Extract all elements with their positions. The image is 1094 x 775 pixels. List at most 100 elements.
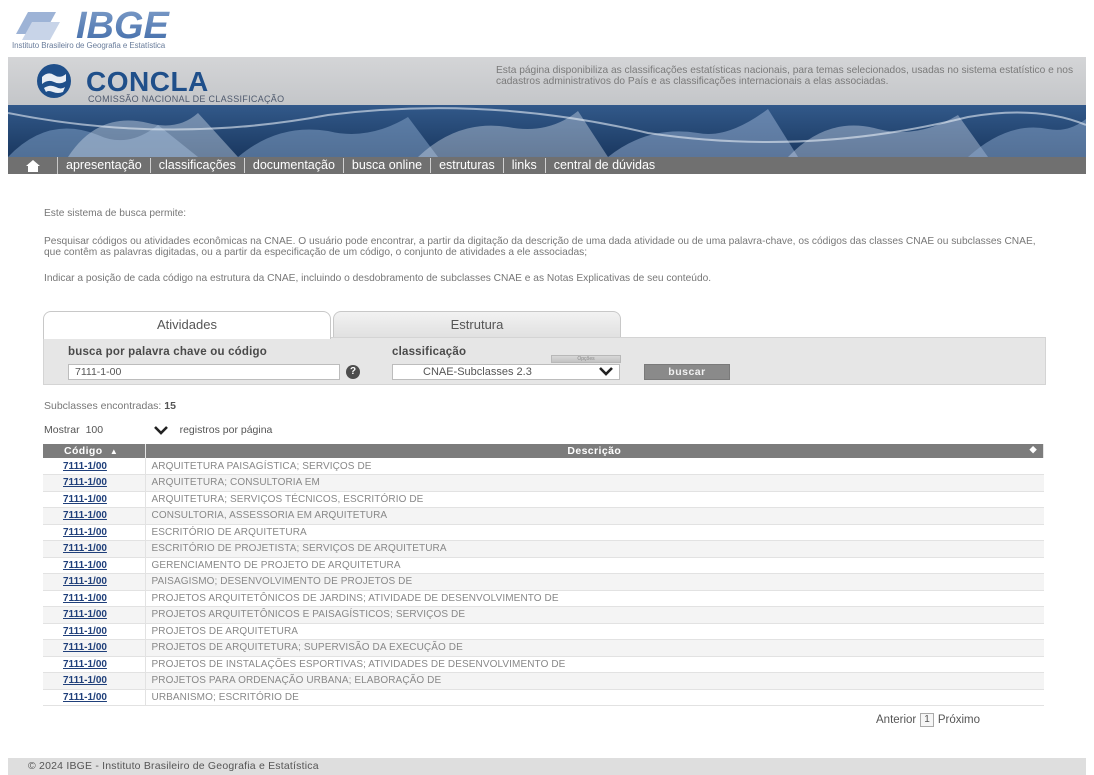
row-description: PROJETOS DE INSTALAÇÕES ESPORTIVAS; ATIV… [145, 656, 1044, 673]
row-code-link[interactable]: 7111-1/00 [43, 623, 146, 640]
pagination-current-page[interactable]: 1 [920, 713, 934, 727]
table-row: 7111-1/00 URBANISMO; ESCRITÓRIO DE [43, 689, 1044, 706]
globe-icon [37, 64, 71, 98]
pagination-next[interactable]: Próximo [938, 714, 980, 726]
row-code-link[interactable]: 7111-1/00 [43, 540, 146, 558]
search-panel: busca por palavra chave ou código 7111-1… [43, 337, 1046, 385]
row-description: PROJETOS DE ARQUITETURA [145, 623, 1044, 640]
page-size-select[interactable]: 100 [86, 424, 168, 436]
tab-estrutura[interactable]: Estrutura [333, 311, 621, 338]
table-row: 7111-1/00 PROJETOS DE ARQUITETURA; SUPERV… [43, 639, 1044, 657]
row-code-link[interactable]: 7111-1/00 [43, 507, 146, 525]
table-row: 7111-1/00 PROJETOS ARQUITETÔNICOS DE JARD… [43, 590, 1044, 607]
show-label: Mostrar [44, 424, 80, 436]
classification-label: classificação [392, 346, 467, 358]
row-code-link[interactable]: 7111-1/00 [43, 590, 146, 607]
row-description: PROJETOS ARQUITETÔNICOS DE JARDINS; ATIV… [145, 590, 1044, 607]
results-body: 7111-1/00 ARQUITETURA PAISAGÍSTICA; SERVI… [43, 458, 1044, 706]
world-map-icon [8, 107, 1086, 157]
row-description: ARQUITETURA; SERVIÇOS TÉCNICOS, ESCRITÓR… [145, 491, 1044, 508]
table-row: 7111-1/00 ARQUITETURA; SERVIÇOS TÉCNICOS,… [43, 491, 1044, 508]
column-header-descricao-label: Descrição [567, 445, 622, 457]
column-header-descricao[interactable]: Descrição ◆ [145, 444, 1044, 458]
help-icon[interactable]: ? [346, 365, 360, 379]
table-row: 7111-1/00 ARQUITETURA PAISAGÍSTICA; SERVI… [43, 458, 1044, 475]
nav-estruturas[interactable]: estruturas [431, 158, 504, 173]
row-code-link[interactable]: 7111-1/00 [43, 639, 146, 657]
row-code-link[interactable]: 7111-1/00 [43, 458, 146, 475]
row-code-link[interactable]: 7111-1/00 [43, 606, 146, 624]
nav-apresentacao[interactable]: apresentação [58, 158, 151, 173]
row-description: CONSULTORIA, ASSESSORIA EM ARQUITETURA [145, 507, 1044, 525]
pagination-prev[interactable]: Anterior [876, 714, 916, 726]
sort-icon: ◆ [1029, 444, 1037, 454]
home-icon [25, 159, 40, 172]
results-table: Código ▲ Descrição ◆ 7111-1/00 ARQUITETUR… [43, 444, 1044, 706]
table-row: 7111-1/00 PROJETOS PARA ORDENAÇÃO URBANA;… [43, 672, 1044, 690]
row-description: PROJETOS PARA ORDENAÇÃO URBANA; ELABORAÇ… [145, 672, 1044, 690]
row-code-link[interactable]: 7111-1/00 [43, 573, 146, 591]
row-description: ESCRITÓRIO DE ARQUITETURA [145, 524, 1044, 541]
search-label: busca por palavra chave ou código [68, 346, 267, 358]
concla-subtitle: COMISSÃO NACIONAL DE CLASSIFICAÇÃO [88, 94, 285, 104]
ibge-logo-mark: IBGE [16, 5, 171, 47]
table-header-row: Código ▲ Descrição ◆ [43, 444, 1044, 458]
results-count: Subclasses encontradas: 15 [44, 400, 176, 412]
map-banner-image [8, 105, 1086, 157]
intro-text-search: Pesquisar códigos ou atividades econômic… [44, 236, 1036, 258]
row-description: URBANISMO; ESCRITÓRIO DE [145, 689, 1044, 706]
classification-select-value: CNAE-Subclasses 2.3 [423, 366, 532, 378]
row-code-link[interactable]: 7111-1/00 [43, 557, 146, 574]
classification-select[interactable]: CNAE-Subclasses 2.3 [392, 364, 620, 380]
row-description: GERENCIAMENTO DE PROJETO DE ARQUITETURA [145, 557, 1044, 574]
pagination: Anterior 1 Próximo [876, 713, 980, 727]
row-code-link[interactable]: 7111-1/00 [43, 474, 146, 492]
nav-documentacao[interactable]: documentação [245, 158, 344, 173]
nav-central-de-duvidas[interactable]: central de dúvidas [546, 158, 663, 173]
row-description: ARQUITETURA; CONSULTORIA EM [145, 474, 1044, 492]
per-page-label: registros por página [179, 424, 273, 436]
table-row: 7111-1/00 PROJETOS ARQUITETÔNICOS E PAISA… [43, 606, 1044, 624]
tab-atividades[interactable]: Atividades [43, 311, 331, 339]
row-code-link[interactable]: 7111-1/00 [43, 656, 146, 673]
table-row: 7111-1/00 PAISAGISMO; DESENVOLVIMENTO DE … [43, 573, 1044, 591]
search-input[interactable]: 7111-1-00 [68, 364, 340, 380]
concla-header: CONCLA COMISSÃO NACIONAL DE CLASSIFICAÇÃ… [8, 57, 1086, 157]
ibge-subtitle: Instituto Brasileiro de Geografia e Esta… [12, 41, 166, 50]
nav-busca-online[interactable]: busca online [344, 158, 432, 173]
footer: © 2024 IBGE - Instituto Brasileiro de Ge… [8, 758, 1086, 775]
row-description: PROJETOS DE ARQUITETURA; SUPERVISÃO DA E… [145, 639, 1044, 657]
table-row: 7111-1/00 GERENCIAMENTO DE PROJETO DE ARQ… [43, 557, 1044, 574]
row-code-link[interactable]: 7111-1/00 [43, 491, 146, 508]
sort-asc-icon: ▲ [109, 447, 119, 456]
nav-classificacoes[interactable]: classificações [151, 158, 245, 173]
column-header-codigo[interactable]: Código ▲ [43, 444, 146, 458]
row-description: PAISAGISMO; DESENVOLVIMENTO DE PROJETOS … [145, 573, 1044, 591]
results-count-value: 15 [164, 400, 176, 412]
table-row: 7111-1/00 PROJETOS DE ARQUITETURA [43, 623, 1044, 640]
table-row: 7111-1/00 ESCRITÓRIO DE ARQUITETURA [43, 524, 1044, 541]
nav-home-button[interactable] [8, 157, 58, 174]
page-size-value: 100 [85, 424, 104, 436]
intro-text-structure: Indicar a posição de cada código na estr… [44, 273, 712, 284]
row-code-link[interactable]: 7111-1/00 [43, 672, 146, 690]
table-row: 7111-1/00 CONSULTORIA, ASSESSORIA EM ARQU… [43, 507, 1044, 525]
search-button[interactable]: buscar [644, 364, 730, 380]
row-description: ARQUITETURA PAISAGÍSTICA; SERVIÇOS DE [145, 458, 1044, 475]
column-header-codigo-label: Código [64, 445, 103, 457]
concla-description: Esta página disponibiliza as classificaç… [496, 65, 1074, 87]
page-size-control: Mostrar 100 registros por página [44, 424, 272, 436]
classification-options-button[interactable]: Opções [551, 355, 621, 363]
table-row: 7111-1/00 PROJETOS DE INSTALAÇÕES ESPORTI… [43, 656, 1044, 673]
row-description: PROJETOS ARQUITETÔNICOS E PAISAGÍSTICOS;… [145, 606, 1044, 624]
row-code-link[interactable]: 7111-1/00 [43, 524, 146, 541]
intro-text-heading: Este sistema de busca permite: [44, 208, 187, 219]
row-description: ESCRITÓRIO DE PROJETISTA; SERVIÇOS DE AR… [145, 540, 1044, 558]
chevron-down-icon [153, 426, 168, 435]
row-code-link[interactable]: 7111-1/00 [43, 689, 146, 706]
main-nav: apresentação classificações documentação… [8, 157, 1086, 174]
table-row: 7111-1/00 ESCRITÓRIO DE PROJETISTA; SERVI… [43, 540, 1044, 558]
table-row: 7111-1/00 ARQUITETURA; CONSULTORIA EM [43, 474, 1044, 492]
chevron-down-icon [599, 367, 613, 376]
nav-links[interactable]: links [504, 158, 546, 173]
